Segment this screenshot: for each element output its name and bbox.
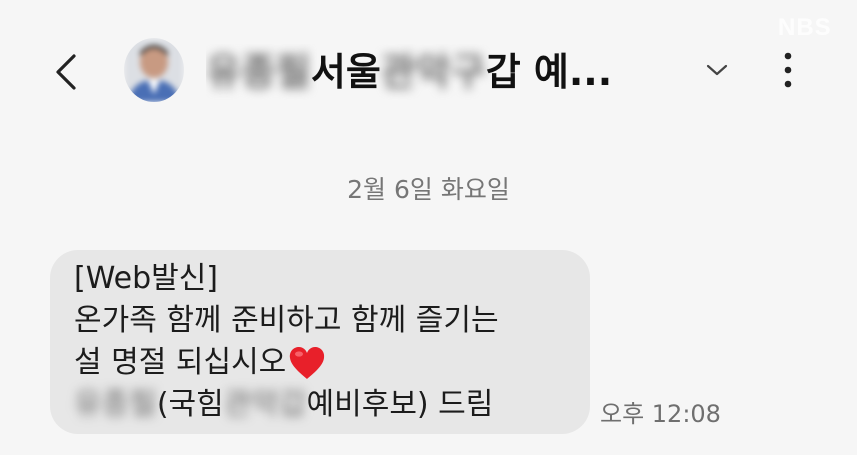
contact-name-segment: 갑 예...: [485, 50, 613, 94]
avatar[interactable]: [124, 38, 184, 102]
message-line-with-emoji: 설 명절 되십시오: [74, 342, 566, 384]
contact-name-segment: 서울: [310, 50, 381, 94]
contact-name[interactable]: 유종필 서울 관악구 갑 예...: [206, 44, 686, 100]
district-redacted: 관악갑: [223, 387, 307, 422]
message-line: 온가족 함께 준비하고 함께 즐기는: [74, 303, 499, 338]
message-timestamp: 오후 12:08: [600, 400, 721, 428]
date-separator: 2월 6일 화요일: [347, 175, 510, 204]
back-arrow-icon: [56, 54, 76, 90]
message-line-signature: 유종필 (국힘 관악갑 예비후보) 드림: [74, 384, 566, 426]
sender-name-redacted: 유종필: [74, 387, 157, 422]
message-line-text: 예비후보) 드림: [306, 387, 494, 422]
expand-contact-button[interactable]: [700, 55, 734, 85]
chevron-down-icon: [706, 64, 728, 76]
contact-name-redacted: 유종필: [206, 50, 311, 94]
more-options-button[interactable]: [770, 46, 806, 94]
messages-app: NBS 유종필 서울 관악구 갑 예... 2월 6일 화요일 [Web발신] …: [0, 0, 857, 455]
more-vertical-icon: [784, 52, 792, 88]
broadcaster-watermark: NBS: [778, 14, 832, 41]
message-line-text: 설 명절 되십시오: [74, 345, 287, 380]
conversation-header: NBS 유종필 서울 관악구 갑 예...: [0, 0, 857, 140]
heart-icon: [290, 347, 325, 379]
contact-name-redacted: 관악구: [380, 50, 486, 94]
message-bubble[interactable]: [Web발신] 온가족 함께 준비하고 함께 즐기는 설 명절 되십시오 유종필…: [50, 250, 590, 434]
message-line-text: (국힘: [156, 387, 224, 422]
message-line: [Web발신]: [74, 261, 219, 296]
back-button[interactable]: [42, 48, 90, 96]
